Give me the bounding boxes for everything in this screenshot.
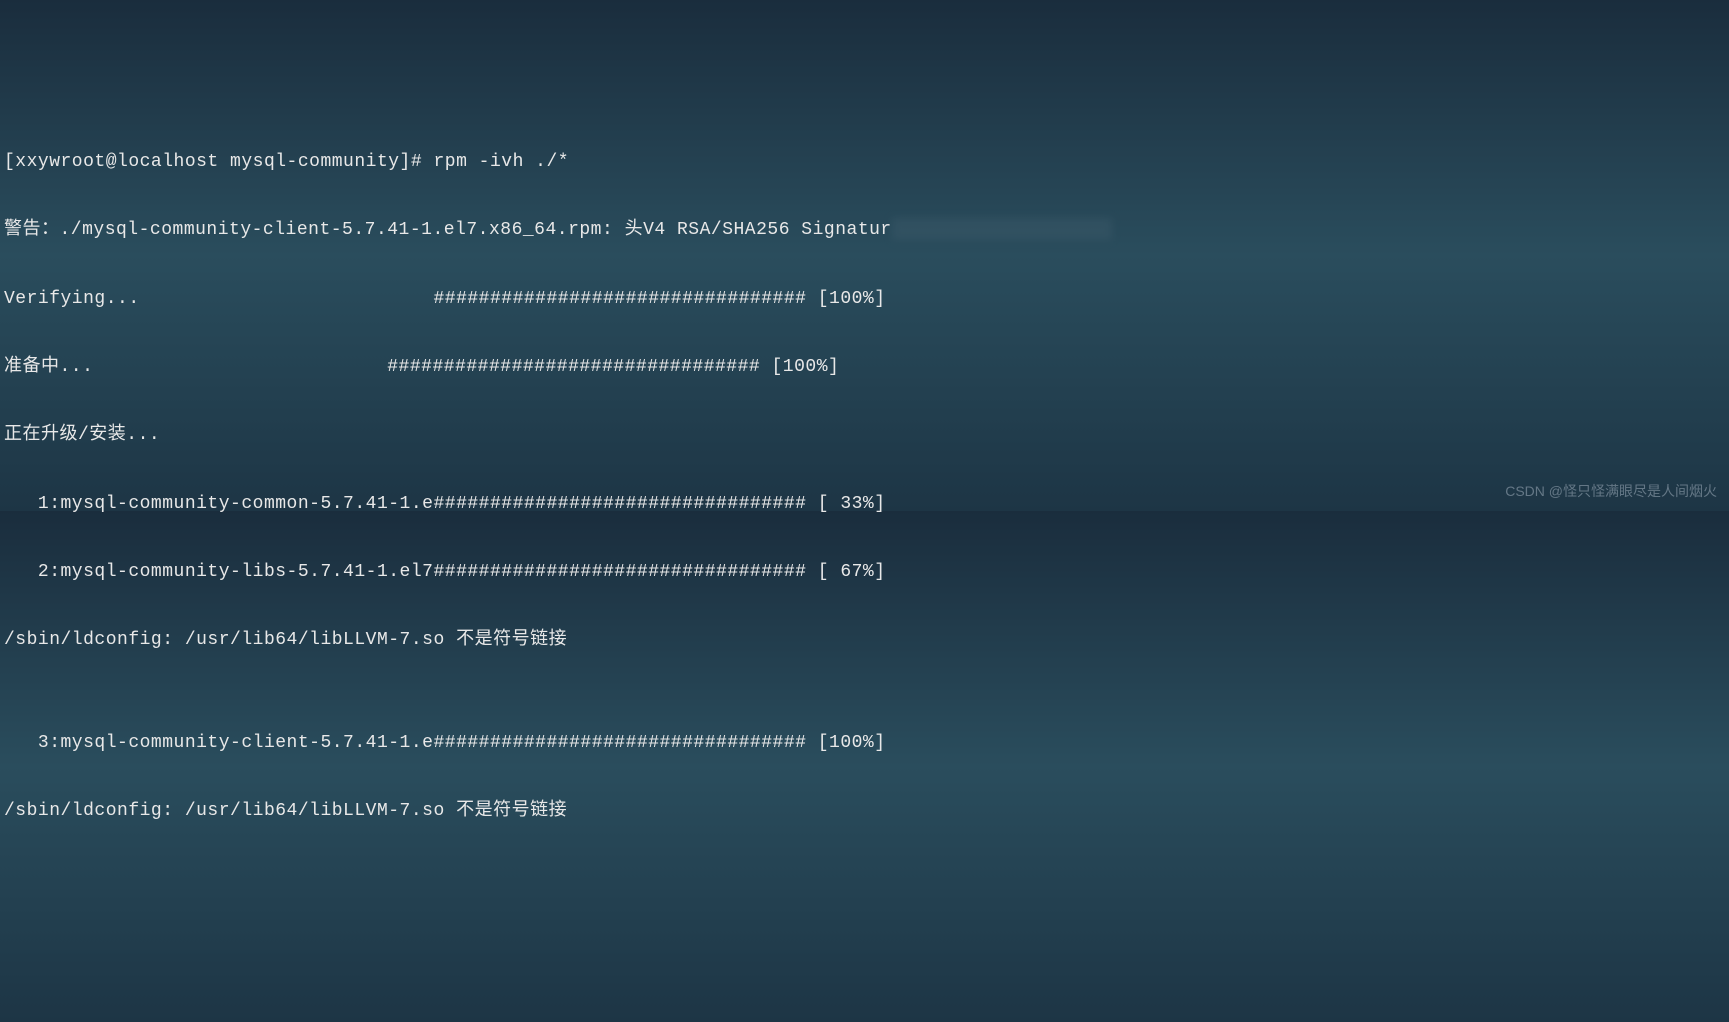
terminal-ldconfig2-line: /sbin/ldconfig: /usr/lib64/libLLVM-7.so … bbox=[4, 794, 1725, 828]
terminal-warning-line: 警告：./mysql-community-client-5.7.41-1.el7… bbox=[4, 213, 1725, 247]
warning-text: 警告：./mysql-community-client-5.7.41-1.el7… bbox=[4, 220, 892, 240]
terminal-pkg2-line: 2:mysql-community-libs-5.7.41-1.el7#####… bbox=[4, 555, 1725, 589]
terminal-ldconfig1-line: /sbin/ldconfig: /usr/lib64/libLLVM-7.so … bbox=[4, 623, 1725, 657]
terminal-pkg3-line: 3:mysql-community-client-5.7.41-1.e#####… bbox=[4, 726, 1725, 760]
watermark-text: CSDN @怪只怪满眼尽是人间烟火 bbox=[1505, 478, 1717, 505]
terminal-verifying-line: Verifying... ###########################… bbox=[4, 282, 1725, 316]
redacted-block bbox=[892, 218, 1112, 240]
terminal-prompt-line: [xxywroot@localhost mysql-community]# rp… bbox=[4, 145, 1725, 179]
terminal-upgrading-line: 正在升级/安装... bbox=[4, 418, 1725, 452]
terminal-preparing-line: 准备中... #################################… bbox=[4, 350, 1725, 384]
terminal-pkg1-line: 1:mysql-community-common-5.7.41-1.e#####… bbox=[4, 487, 1725, 521]
